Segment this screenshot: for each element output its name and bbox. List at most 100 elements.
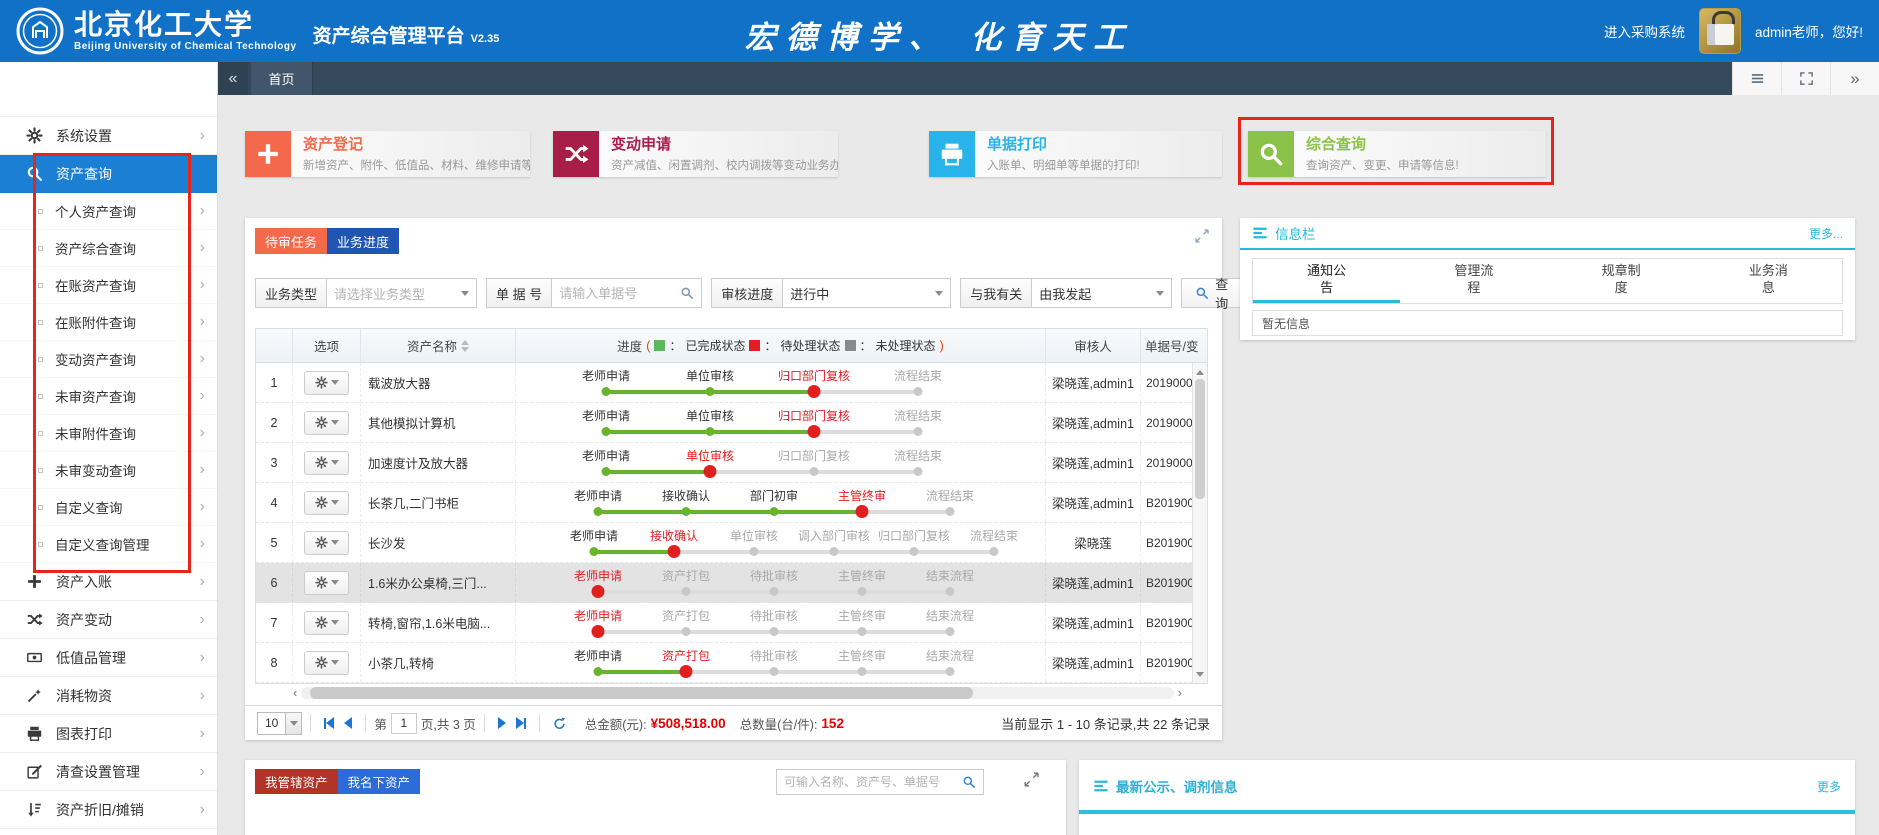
avatar[interactable]: [1699, 8, 1741, 54]
row-actions-button[interactable]: [304, 411, 349, 435]
sidebar-subitem[interactable]: 自定义查询›: [0, 489, 217, 526]
table-row[interactable]: 5长沙发老师申请接收确认单位审核调入部门审核归口部门复核流程结束梁晓莲B2019…: [256, 523, 1207, 563]
scrollbar-thumb[interactable]: [310, 687, 973, 699]
sidebar-item[interactable]: 资产变动›: [0, 601, 217, 639]
table-row[interactable]: 4长茶几,二门书柜老师申请接收确认部门初审主管终审流程结束梁晓莲,admin1B…: [256, 483, 1207, 523]
bullet-icon: [38, 283, 43, 288]
page-size-select[interactable]: 10: [257, 712, 302, 735]
sidebar-item[interactable]: 资产入账›: [0, 563, 217, 601]
table-row[interactable]: 61.6米办公桌椅,三门...老师申请资产打包待批审核主管终审结束流程梁晓莲,a…: [256, 563, 1207, 603]
card-comprehensive-query[interactable]: 综合查询查询资产、变更、申请等信息!: [1248, 131, 1546, 177]
chevron-down-icon: [935, 291, 943, 300]
progress-step: 流程结束: [866, 366, 970, 402]
related-to-me-select[interactable]: 由我发起: [1032, 278, 1172, 308]
card-doc-print[interactable]: 单据打印入账单、明细单等单据的打印!: [929, 131, 1222, 177]
auditor: 梁晓莲,admin1: [1046, 643, 1141, 682]
sidebar-item-asset-query[interactable]: 资产查询: [0, 155, 217, 193]
business-type-select[interactable]: 请选择业务类型: [327, 278, 477, 308]
progress-step: 老师申请: [554, 446, 658, 482]
info-more-link[interactable]: 更多...: [1809, 225, 1843, 242]
step-dot-icon: [590, 547, 599, 556]
tab-my-own-assets[interactable]: 我名下资产: [338, 769, 421, 794]
sidebar-subitem[interactable]: 未审附件查询›: [0, 415, 217, 452]
progress-step: 接收确认: [634, 526, 714, 562]
sidebar-subitem[interactable]: 变动资产查询›: [0, 341, 217, 378]
scroll-right-icon[interactable]: ›: [1178, 686, 1182, 699]
progress-step: 主管终审: [818, 566, 906, 602]
row-actions-button[interactable]: [304, 531, 349, 555]
doc-number: 201900000: [1141, 363, 1199, 402]
info-tab[interactable]: 管理流程: [1400, 259, 1547, 303]
chevron-right-icon: ›: [200, 574, 205, 590]
horizontal-scrollbar[interactable]: ‹ ›: [293, 686, 1182, 699]
next-page-button[interactable]: [498, 717, 506, 729]
sidebar-subitem[interactable]: 未审变动查询›: [0, 452, 217, 489]
row-actions-button[interactable]: [304, 491, 349, 515]
info-tab[interactable]: 通知公告: [1253, 259, 1400, 303]
card-change-request[interactable]: 变动申请资产减值、闲置调剂、校内调拨等变动业务办理!: [553, 131, 838, 177]
scrollbar-thumb[interactable]: [1195, 379, 1205, 499]
sidebar-subitem[interactable]: 自定义查询管理›: [0, 526, 217, 563]
step-dot-icon: [770, 627, 779, 636]
sidebar-subitem[interactable]: 个人资产查询›: [0, 193, 217, 230]
refresh-icon[interactable]: [552, 716, 567, 731]
collapse-tabs-button[interactable]: «: [218, 62, 248, 95]
first-page-button[interactable]: [324, 717, 334, 729]
asset-search-input[interactable]: [784, 775, 958, 789]
sidebar-item[interactable]: 图表打印›: [0, 715, 217, 753]
table-row[interactable]: 7转椅,窗帘,1.6米电脑...老师申请资产打包待批审核主管终审结束流程梁晓莲,…: [256, 603, 1207, 643]
sidebar-subitem[interactable]: 资产综合查询›: [0, 230, 217, 267]
row-actions-button[interactable]: [304, 651, 349, 675]
tab-home[interactable]: 首页: [251, 62, 313, 95]
bullet-icon: [38, 357, 43, 362]
scroll-up-icon[interactable]: [1193, 363, 1207, 377]
table-row[interactable]: 8小茶几,转椅老师申请资产打包待批审核主管终审结束流程梁晓莲,admin1B20…: [256, 643, 1207, 683]
chevron-down-icon: [331, 380, 339, 389]
table-row[interactable]: 3加速度计及放大器老师申请单位审核归口部门复核流程结束梁晓莲,admin1201…: [256, 443, 1207, 483]
col-asset-name[interactable]: 资产名称: [361, 329, 516, 362]
doc-number-input[interactable]: [559, 286, 676, 301]
tab-my-managed-assets[interactable]: 我管辖资产: [255, 769, 338, 794]
collapse-panel-icon[interactable]: »: [1830, 62, 1879, 95]
query-button[interactable]: 查询: [1181, 278, 1242, 308]
sidebar-subitem[interactable]: 在账附件查询›: [0, 304, 217, 341]
step-dot-icon: [602, 387, 611, 396]
sort-icon[interactable]: [461, 336, 469, 356]
info-tab[interactable]: 业务消息: [1695, 259, 1842, 303]
task-tab[interactable]: 业务进度: [327, 228, 399, 254]
progress-step: 资产打包: [642, 606, 730, 642]
records-info: 当前显示 1 - 10 条记录,共 22 条记录: [1001, 714, 1210, 733]
news-more-link[interactable]: 更多: [1817, 778, 1841, 795]
sidebar-item[interactable]: 低值品管理›: [0, 639, 217, 677]
chevron-right-icon: ›: [200, 314, 205, 330]
scroll-down-icon[interactable]: [1193, 669, 1207, 683]
info-tab[interactable]: 规章制度: [1548, 259, 1695, 303]
expand-icon[interactable]: [1023, 771, 1040, 788]
scroll-left-icon[interactable]: ‹: [293, 686, 297, 699]
expand-icon[interactable]: [1194, 228, 1210, 244]
audit-progress-select[interactable]: 进行中: [783, 278, 951, 308]
menu-icon[interactable]: [1732, 62, 1781, 95]
sidebar-item-settings[interactable]: 系统设置›: [0, 117, 217, 155]
table-row[interactable]: 2其他模拟计算机老师申请单位审核归口部门复核流程结束梁晓莲,admin12019…: [256, 403, 1207, 443]
sidebar-subitem[interactable]: 在账资产查询›: [0, 267, 217, 304]
sidebar-item[interactable]: 消耗物资›: [0, 677, 217, 715]
sidebar-item[interactable]: 清查设置管理›: [0, 753, 217, 791]
prev-page-button[interactable]: [344, 717, 352, 729]
sidebar-subitem[interactable]: 未审资产查询›: [0, 378, 217, 415]
row-actions-button[interactable]: [304, 611, 349, 635]
last-page-button[interactable]: [516, 717, 526, 729]
card-asset-register[interactable]: 资产登记新增资产、附件、低值品、材料、维修申请等!: [245, 131, 530, 177]
row-actions-button[interactable]: [304, 371, 349, 395]
row-actions-button[interactable]: [304, 451, 349, 475]
step-dot-icon: [602, 467, 611, 476]
sidebar-item[interactable]: 资产折旧/摊销›: [0, 791, 217, 829]
table-row[interactable]: 1载波放大器老师申请单位审核归口部门复核流程结束梁晓莲,admin1201900…: [256, 363, 1207, 403]
vertical-scrollbar[interactable]: [1192, 363, 1207, 683]
search-icon[interactable]: [962, 775, 976, 789]
task-tab[interactable]: 待审任务: [255, 228, 327, 254]
fullscreen-icon[interactable]: [1781, 62, 1830, 95]
row-actions-button[interactable]: [304, 571, 349, 595]
enter-purchase-system-link[interactable]: 进入采购系统: [1604, 21, 1685, 41]
page-number-input[interactable]: [391, 713, 417, 734]
